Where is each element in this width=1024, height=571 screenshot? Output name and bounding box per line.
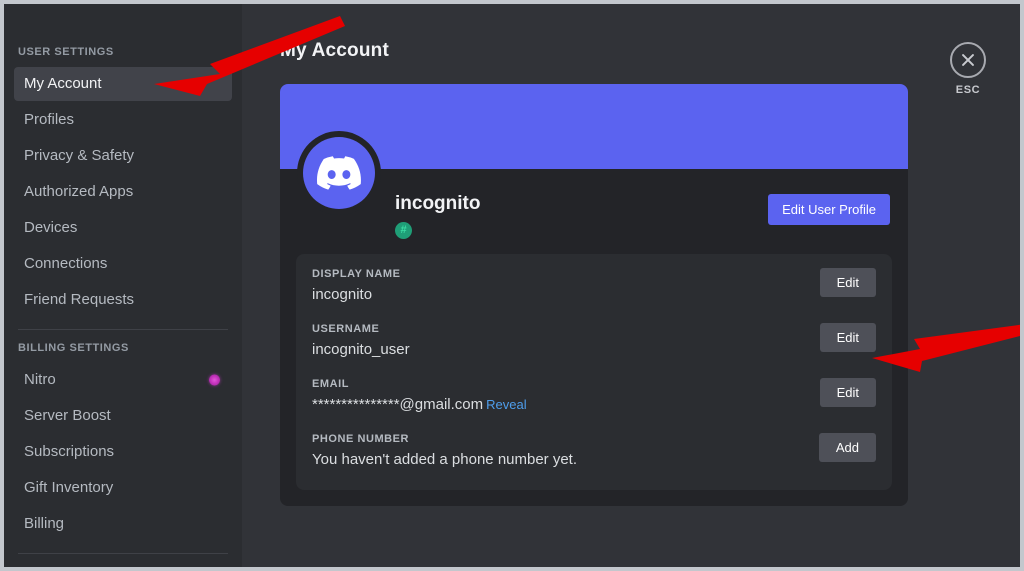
field-row-username: USERNAME incognito_user Edit	[312, 323, 876, 378]
field-label: PHONE NUMBER	[312, 433, 410, 445]
edit-display-name-button[interactable]: Edit	[819, 268, 876, 297]
sidebar-item-friend-requests[interactable]: Friend Requests	[14, 283, 232, 317]
sidebar-item-server-boost[interactable]: Server Boost	[14, 399, 232, 433]
sidebar-section-header-user-settings: USER SETTINGS	[18, 46, 114, 58]
sidebar-item-label: Connections	[24, 255, 108, 272]
sidebar-item-label: Billing	[24, 515, 65, 532]
avatar-image	[303, 137, 375, 209]
sidebar-item-label: Nitro	[24, 371, 56, 388]
field-label: USERNAME	[312, 323, 380, 335]
close-icon	[950, 42, 986, 78]
sidebar-item-connections[interactable]: Connections	[14, 247, 232, 281]
field-row-email: EMAIL ***************@gmail.com Reveal Ed…	[312, 378, 876, 433]
sidebar-item-nitro[interactable]: Nitro	[14, 363, 232, 397]
discord-user-settings-window: USER SETTINGS My Account Profiles Privac…	[0, 0, 1024, 571]
edit-username-button[interactable]: Edit	[819, 323, 876, 352]
discord-logo-icon	[317, 156, 361, 190]
settings-content-panel: My Account incognito # Edit User Profile…	[242, 4, 1020, 567]
sidebar-item-label: Subscriptions	[24, 443, 115, 460]
close-settings-label: ESC	[955, 84, 981, 96]
add-phone-number-button[interactable]: Add	[818, 433, 876, 462]
field-row-display-name: DISPLAY NAME incognito Edit	[312, 268, 876, 323]
hash-badge-icon[interactable]: #	[395, 222, 412, 239]
sidebar-item-my-account[interactable]: My Account	[14, 67, 232, 101]
edit-user-profile-button[interactable]: Edit User Profile	[768, 194, 890, 225]
sidebar-section-header-billing-settings: BILLING SETTINGS	[18, 342, 129, 354]
field-value: You haven't added a phone number yet.	[312, 451, 578, 468]
reveal-email-link[interactable]: Reveal	[486, 397, 526, 412]
profile-display-name: incognito	[395, 193, 481, 214]
nitro-badge-icon	[209, 374, 220, 386]
sidebar-item-label: Devices	[24, 219, 78, 236]
sidebar-item-label: Privacy & Safety	[24, 147, 135, 164]
profile-identity-row: incognito # Edit User Profile	[280, 131, 908, 254]
sidebar-item-devices[interactable]: Devices	[14, 211, 232, 245]
field-value-wrap: ***************@gmail.com Reveal	[312, 395, 876, 415]
sidebar-item-profiles[interactable]: Profiles	[14, 103, 232, 137]
sidebar-divider	[18, 329, 228, 330]
avatar[interactable]	[297, 131, 381, 215]
edit-email-button[interactable]: Edit	[819, 378, 876, 407]
account-fields-card: DISPLAY NAME incognito Edit USERNAME inc…	[296, 254, 892, 490]
profile-name-block: incognito #	[395, 193, 480, 239]
field-value: incognito	[312, 286, 373, 303]
sidebar-item-label: My Account	[24, 75, 102, 92]
sidebar-item-subscriptions[interactable]: Subscriptions	[14, 435, 232, 469]
field-label: DISPLAY NAME	[312, 268, 401, 280]
close-settings-button[interactable]: ESC	[938, 42, 998, 96]
sidebar-item-label: Profiles	[24, 111, 75, 128]
sidebar-item-authorized-apps[interactable]: Authorized Apps	[14, 175, 232, 209]
field-row-phone-number: PHONE NUMBER You haven't added a phone n…	[312, 433, 876, 484]
profile-badge-row: #	[395, 222, 480, 239]
sidebar-section-header-app-settings: APP SETTINGS	[4, 566, 242, 567]
page-title: My Account	[280, 40, 389, 61]
field-value: ***************@gmail.com	[312, 396, 484, 413]
settings-sidebar: USER SETTINGS My Account Profiles Privac…	[4, 4, 242, 567]
sidebar-item-label: Gift Inventory	[24, 479, 114, 496]
field-label: EMAIL	[312, 378, 349, 390]
account-profile-card: incognito # Edit User Profile DISPLAY NA…	[280, 84, 908, 506]
field-value: incognito_user	[312, 341, 410, 358]
sidebar-item-label: Authorized Apps	[24, 183, 134, 200]
sidebar-divider	[18, 553, 228, 554]
sidebar-item-privacy-and-safety[interactable]: Privacy & Safety	[14, 139, 232, 173]
sidebar-item-label: Server Boost	[24, 407, 111, 424]
sidebar-item-billing[interactable]: Billing	[14, 507, 232, 541]
sidebar-item-gift-inventory[interactable]: Gift Inventory	[14, 471, 232, 505]
sidebar-item-label: Friend Requests	[24, 291, 135, 308]
